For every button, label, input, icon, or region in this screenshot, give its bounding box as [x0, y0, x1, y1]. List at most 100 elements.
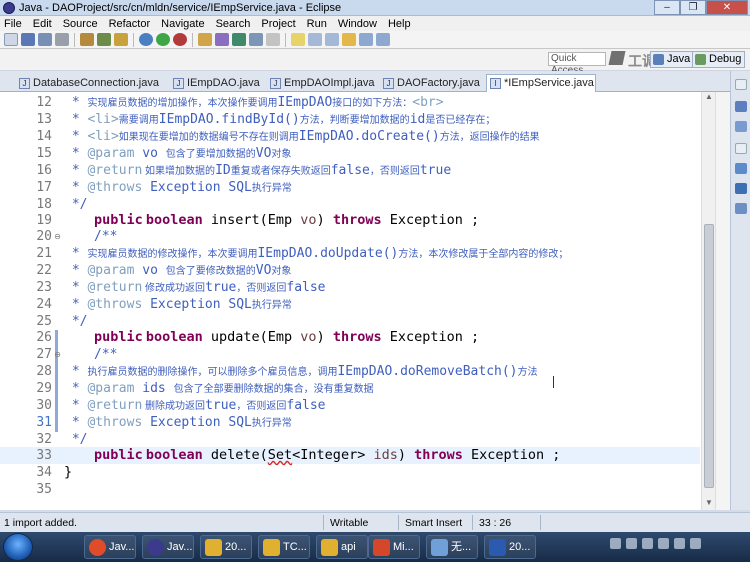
- parameter-name: vo: [300, 212, 317, 228]
- keyword: throws: [414, 447, 463, 463]
- javadoc-star: *: [64, 146, 88, 161]
- overview-ruler[interactable]: [715, 92, 730, 510]
- menu-file[interactable]: File: [4, 18, 22, 30]
- tray-icon[interactable]: [626, 538, 637, 549]
- last-edit-icon[interactable]: [342, 33, 356, 46]
- scrollbar-thumb[interactable]: [704, 224, 714, 488]
- chrome-icon: [89, 539, 106, 556]
- tab-daofactory[interactable]: J DAOFactory.java: [380, 75, 480, 92]
- menu-search[interactable]: Search: [216, 18, 251, 30]
- system-tray: [610, 538, 701, 549]
- line-code: * 执行雇员数据的删除操作，可以删除多个雇员信息，调用IEmpDAO.doRem…: [64, 363, 538, 381]
- taskbar-item-folder[interactable]: 20...: [200, 535, 252, 559]
- tab-iempdao[interactable]: J IEmpDAO.java: [170, 75, 260, 92]
- volume-icon[interactable]: [690, 538, 701, 549]
- quick-access-input[interactable]: Quick Access: [548, 52, 606, 76]
- menu-project[interactable]: Project: [261, 18, 295, 30]
- tab-iempservice[interactable]: I *IEmpService.java ✕: [486, 74, 596, 105]
- error-squiggle-type[interactable]: Set: [268, 447, 292, 463]
- search-icon[interactable]: [266, 33, 280, 46]
- tab-empdaoimpl[interactable]: J EmpDAOImpl.java: [267, 75, 374, 92]
- fold-collapse-icon[interactable]: ⊖: [53, 351, 62, 360]
- bug-icon: [695, 54, 706, 65]
- taskbar-item-folder[interactable]: api: [316, 535, 368, 559]
- start-button[interactable]: [3, 533, 33, 561]
- tray-icon[interactable]: [610, 538, 621, 549]
- minimize-button[interactable]: –: [654, 0, 680, 15]
- line-code: */: [64, 432, 88, 447]
- window-controls: – ❐ ✕: [654, 0, 748, 15]
- code-line: 29 * @param ids 包含了全部要删除数据的集合，没有重复数据: [0, 380, 700, 397]
- javadoc-text: 接口的如下方法：: [332, 98, 413, 109]
- next-annotation-icon[interactable]: [308, 33, 322, 46]
- menu-navigate[interactable]: Navigate: [161, 18, 204, 30]
- run-icon[interactable]: [156, 33, 170, 46]
- line-code: * 实现雇员数据的修改操作，本次要调用IEmpDAO.doUpdate()方法，…: [64, 245, 569, 263]
- tray-icon[interactable]: [642, 538, 653, 549]
- tab-databaseconnection[interactable]: J DatabaseConnection.java: [16, 75, 159, 92]
- back-icon[interactable]: [359, 33, 373, 46]
- scroll-up-icon[interactable]: ▲: [702, 92, 716, 104]
- previous-annotation-icon[interactable]: [325, 33, 339, 46]
- code-line: 34 }: [0, 464, 700, 481]
- scroll-down-icon[interactable]: ▼: [702, 498, 716, 510]
- menu-edit[interactable]: Edit: [33, 18, 52, 30]
- code-editor[interactable]: 12 * 实现雇员数据的增加操作，本次操作要调用IEmpDAO接口的如下方法：<…: [0, 92, 715, 510]
- code-line: 20 ⊖ /**: [0, 228, 700, 245]
- line-code: * @param ids 包含了全部要删除数据的集合，没有重复数据: [64, 380, 374, 398]
- task-list-icon[interactable]: [735, 121, 747, 132]
- restore-view-icon[interactable]: [735, 143, 747, 154]
- menu-help[interactable]: Help: [388, 18, 411, 30]
- network-icon[interactable]: [674, 538, 685, 549]
- java-perspective-button[interactable]: Java: [650, 51, 695, 68]
- close-button[interactable]: ✕: [706, 0, 748, 15]
- javadoc-text: 重复或者保存失败返回: [230, 166, 331, 177]
- new-class-icon[interactable]: [232, 33, 246, 46]
- javadoc-tag: @return: [87, 398, 143, 413]
- open-type-icon[interactable]: [249, 33, 263, 46]
- line-code: * @param vo 包含了要修改数据的VO对象: [64, 262, 292, 280]
- menu-window[interactable]: Window: [338, 18, 377, 30]
- menu-refactor[interactable]: Refactor: [109, 18, 151, 30]
- fold-collapse-icon[interactable]: ⊖: [53, 233, 62, 242]
- taskbar-item-chrome[interactable]: Jav...: [84, 535, 136, 559]
- javadoc-code: Exception SQL: [142, 415, 252, 430]
- new-package-icon[interactable]: [215, 33, 229, 46]
- vertical-scrollbar[interactable]: ▲ ▼: [701, 92, 715, 510]
- outline-view-icon[interactable]: [735, 101, 747, 112]
- toggle-mark-icon[interactable]: [291, 33, 305, 46]
- package-icon[interactable]: [97, 33, 111, 46]
- restore-view-icon[interactable]: [735, 79, 747, 90]
- code-text: delete(: [202, 447, 268, 463]
- line-number: 19: [36, 213, 52, 228]
- taskbar-item-image-viewer[interactable]: 无...: [426, 535, 478, 559]
- forward-icon[interactable]: [376, 33, 390, 46]
- maximize-button[interactable]: ❐: [680, 0, 706, 15]
- line-number: 14: [36, 129, 52, 144]
- menu-source[interactable]: Source: [63, 18, 98, 30]
- taskbar-item-powerpoint[interactable]: Mi...: [368, 535, 420, 559]
- menu-run[interactable]: Run: [307, 18, 327, 30]
- javadoc-text: 修改成功返回: [142, 283, 206, 294]
- debug-perspective-button[interactable]: Debug: [692, 51, 746, 68]
- taskbar-item-eclipse[interactable]: Jav...: [142, 535, 194, 559]
- debug-icon[interactable]: [139, 33, 153, 46]
- external-tools-icon[interactable]: [173, 33, 187, 46]
- taskbar-item-word[interactable]: 20...: [484, 535, 536, 559]
- save-all-icon[interactable]: [38, 33, 52, 46]
- console-view-icon[interactable]: [735, 203, 747, 214]
- print-icon[interactable]: [55, 33, 69, 46]
- line-code: * @param vo 包含了要增加数据的VO对象: [64, 145, 292, 163]
- taskbar-item-folder[interactable]: TC...: [258, 535, 310, 559]
- new-java-project-icon[interactable]: [198, 33, 212, 46]
- problems-view-icon[interactable]: [735, 163, 747, 174]
- tools-icon[interactable]: [114, 33, 128, 46]
- javadoc-code: IEmpDAO.doRemoveBatch(): [337, 364, 518, 379]
- build-icon[interactable]: [80, 33, 94, 46]
- tray-icon[interactable]: [658, 538, 669, 549]
- code-line: 32 */: [0, 431, 700, 448]
- save-icon[interactable]: [21, 33, 35, 46]
- line-number: 16: [36, 163, 52, 178]
- javadoc-view-icon[interactable]: [735, 183, 747, 194]
- new-icon[interactable]: [4, 33, 18, 46]
